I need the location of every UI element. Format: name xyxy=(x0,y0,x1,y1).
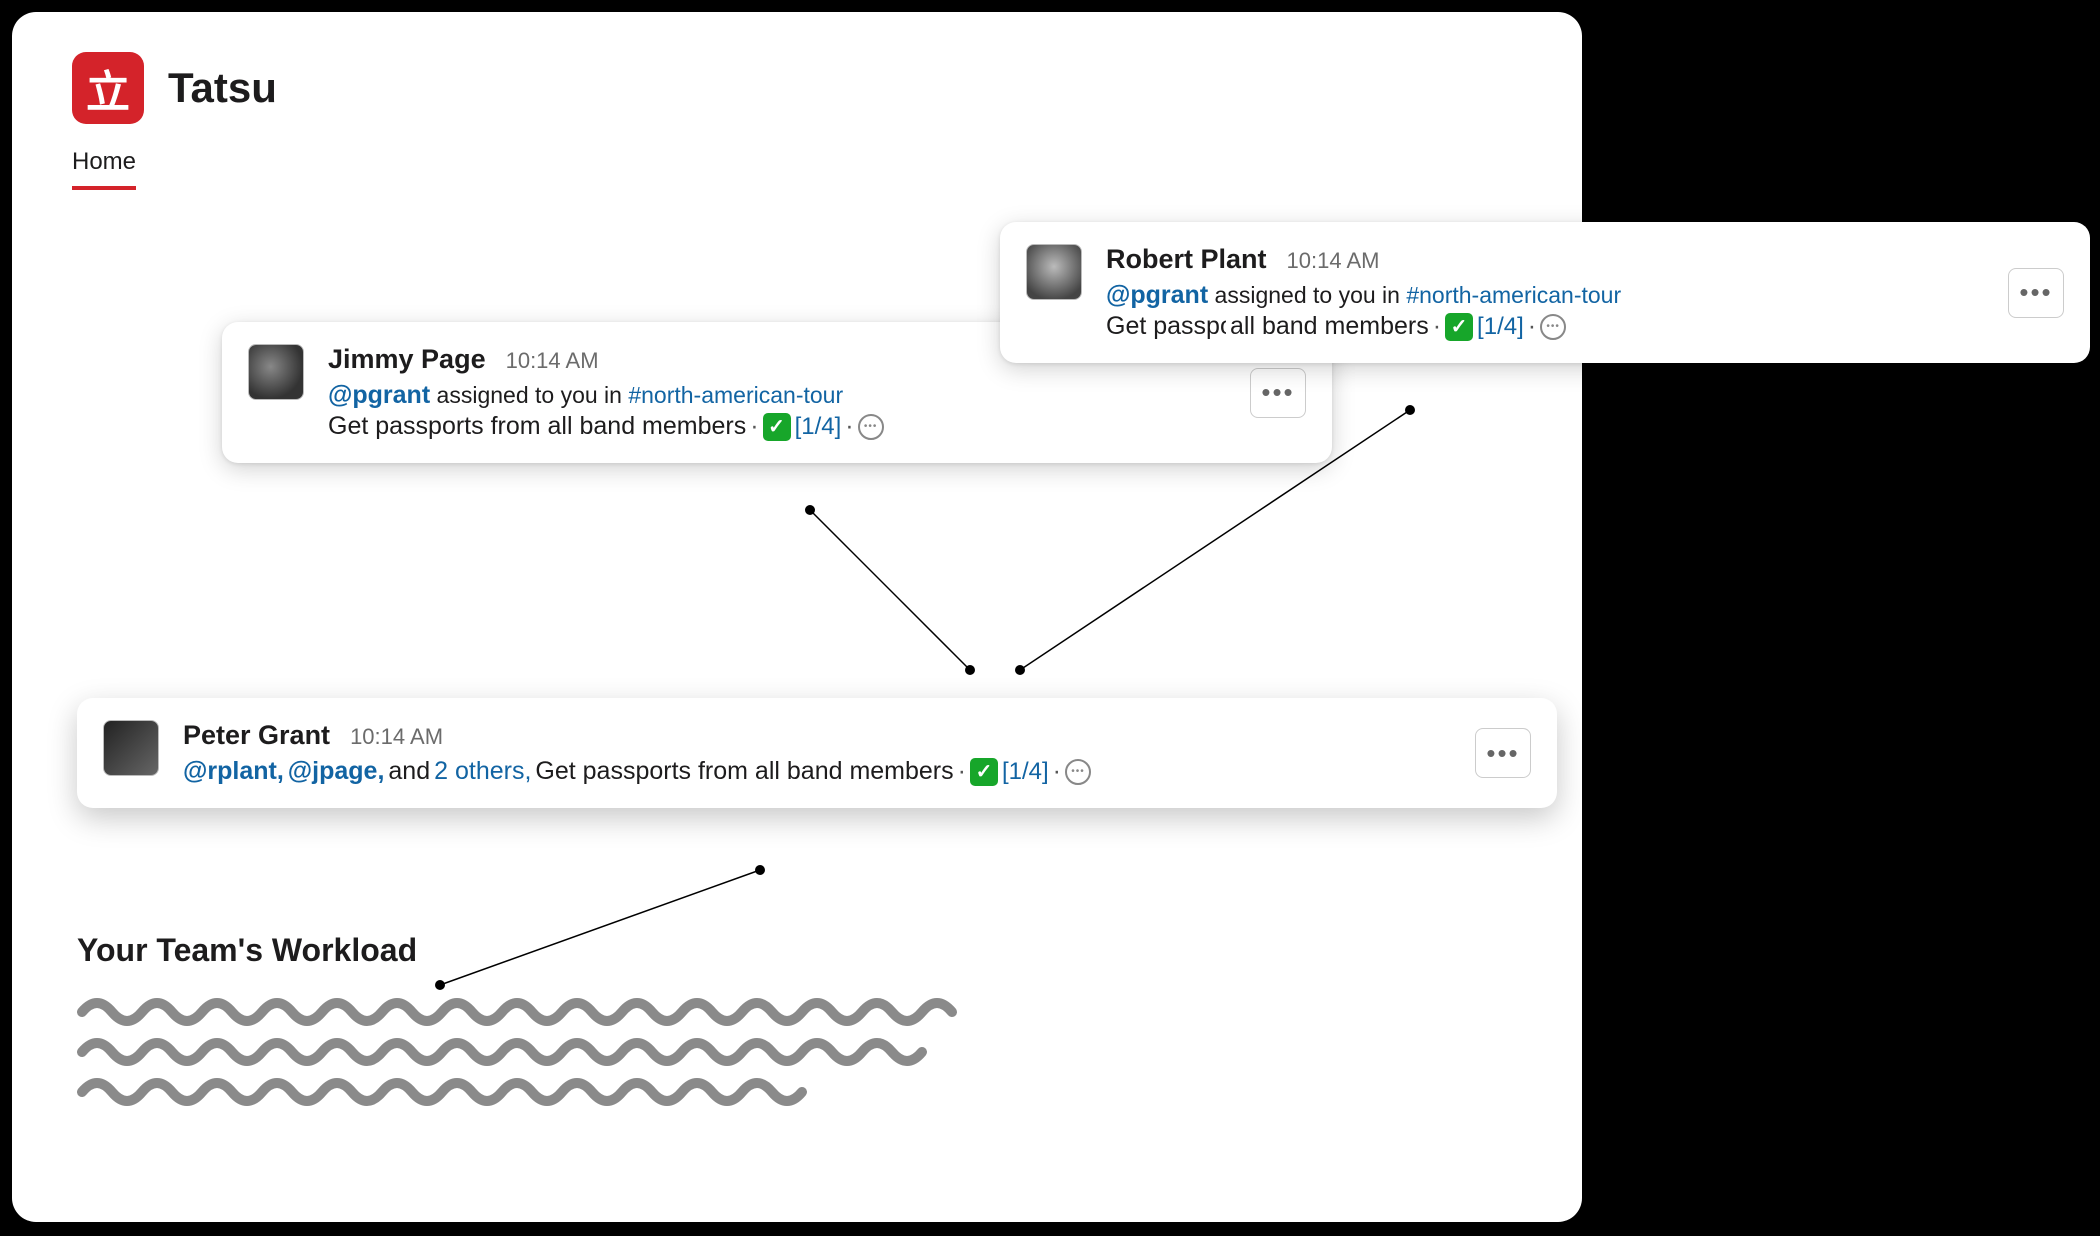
workload-placeholder xyxy=(77,992,967,1127)
message-card-robert: Robert Plant 10:14 AM @pgrant assigned t… xyxy=(1000,222,2090,363)
task-progress[interactable]: [1/4] xyxy=(1002,758,1049,786)
task-text: Get passports from all band members xyxy=(328,412,746,441)
author-name: Peter Grant xyxy=(183,720,330,751)
separator-dot: · xyxy=(958,757,966,786)
avatar xyxy=(103,720,159,776)
and-text: and xyxy=(388,757,430,786)
user-mention[interactable]: @jpage, xyxy=(288,757,385,786)
user-mention[interactable]: @rplant, xyxy=(183,757,284,786)
comment-icon[interactable]: ••• xyxy=(1065,759,1091,785)
section-title-workload: Your Team's Workload xyxy=(77,932,417,969)
assigned-text: assigned to you in xyxy=(1215,282,1400,308)
task-progress[interactable]: [1/4] xyxy=(1477,313,1524,341)
app-header: 立 Tatsu xyxy=(72,52,1522,124)
separator-dot: · xyxy=(1433,312,1441,341)
author-name: Robert Plant xyxy=(1106,244,1267,275)
app-logo-icon: 立 xyxy=(72,52,144,124)
comment-icon[interactable]: ••• xyxy=(858,414,884,440)
truncated-text: all band members xyxy=(1230,312,1429,341)
app-title: Tatsu xyxy=(168,64,277,112)
separator-dot: · xyxy=(1053,757,1061,786)
more-actions-button[interactable]: ••• xyxy=(2008,268,2064,318)
timestamp: 10:14 AM xyxy=(1287,248,1380,274)
more-actions-button[interactable]: ••• xyxy=(1250,368,1306,418)
separator-dot: · xyxy=(750,412,758,441)
timestamp: 10:14 AM xyxy=(350,724,443,750)
avatar xyxy=(1026,244,1082,300)
message-body: Robert Plant 10:14 AM @pgrant assigned t… xyxy=(1106,244,1992,341)
author-name: Jimmy Page xyxy=(328,344,486,375)
separator-dot: · xyxy=(845,412,853,441)
channel-link[interactable]: #north-american-tour xyxy=(628,382,843,408)
separator-dot: · xyxy=(1528,312,1536,341)
message-body: Peter Grant 10:14 AM @rplant, @jpage, an… xyxy=(183,720,1459,786)
user-mention[interactable]: @pgrant xyxy=(1106,281,1208,309)
assigned-text: assigned to you in xyxy=(437,382,622,408)
more-actions-button[interactable]: ••• xyxy=(1475,728,1531,778)
check-icon: ✓ xyxy=(763,413,791,441)
check-icon: ✓ xyxy=(1445,313,1473,341)
avatar xyxy=(248,344,304,400)
channel-link[interactable]: #north-american-tour xyxy=(1406,282,1621,308)
task-text: Get passports from all band members xyxy=(535,757,953,786)
user-mention[interactable]: @pgrant xyxy=(328,381,430,409)
timestamp: 10:14 AM xyxy=(506,348,599,374)
others-link[interactable]: 2 others, xyxy=(434,757,531,786)
task-text: Get passports from all band members xyxy=(1106,312,1226,341)
tab-home[interactable]: Home xyxy=(72,148,136,190)
message-card-peter: Peter Grant 10:14 AM @rplant, @jpage, an… xyxy=(77,698,1557,808)
check-icon: ✓ xyxy=(970,758,998,786)
task-progress[interactable]: [1/4] xyxy=(795,413,842,441)
app-panel: 立 Tatsu Home Jimmy Page 10:14 AM @pgrant… xyxy=(12,12,1582,1222)
tab-bar: Home xyxy=(72,148,1522,190)
comment-icon[interactable]: ••• xyxy=(1540,314,1566,340)
